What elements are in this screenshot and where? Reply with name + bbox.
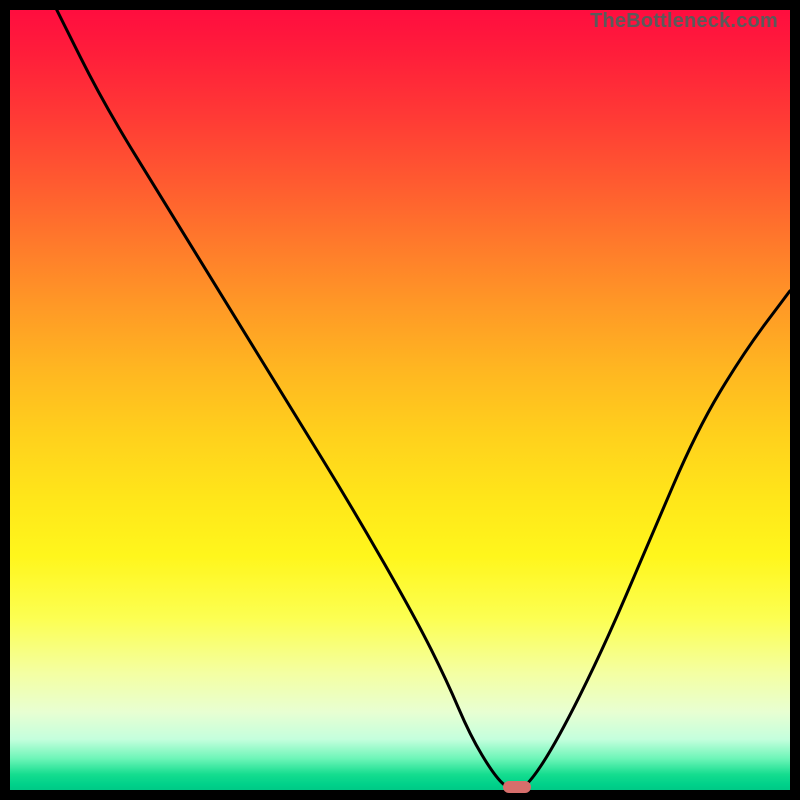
optimal-marker bbox=[503, 781, 531, 793]
plot-area: TheBottleneck.com bbox=[10, 10, 790, 790]
bottleneck-curve bbox=[10, 10, 790, 790]
watermark-text: TheBottleneck.com bbox=[590, 10, 778, 33]
chart-frame: TheBottleneck.com bbox=[0, 0, 800, 800]
curve-path bbox=[57, 10, 790, 790]
